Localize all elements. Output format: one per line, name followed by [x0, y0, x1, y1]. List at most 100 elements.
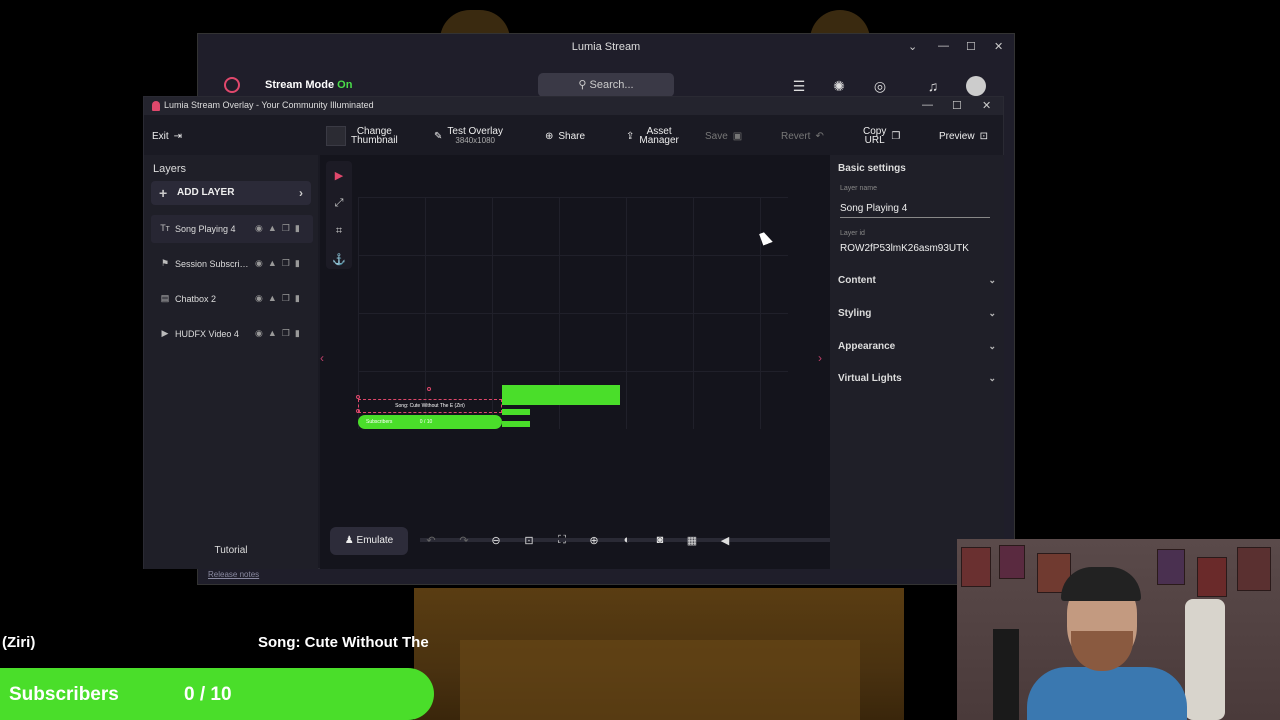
resize-handle[interactable]	[356, 395, 360, 399]
tutorial-button[interactable]: Tutorial	[144, 545, 318, 556]
release-notes-link[interactable]: Release notes	[208, 570, 259, 579]
wall-poster	[1197, 557, 1227, 597]
duplicate-icon[interactable]: ❐	[282, 293, 290, 304]
layers-title: Layers	[153, 163, 187, 175]
camera-icon[interactable]: ◙	[651, 534, 669, 546]
asset-manager-button[interactable]: ⇪ Asset Manager	[626, 124, 679, 148]
lightbulb-icon[interactable]: ✺	[831, 78, 847, 94]
emulate-button[interactable]: ♟ Emulate	[330, 527, 408, 555]
song-layer-preview[interactable]: Song: Cute Without The E (Ziri)	[358, 399, 502, 413]
zoom-out-icon[interactable]: ⊖	[487, 534, 505, 547]
crop-tool-icon[interactable]: ⌗	[326, 225, 352, 238]
duplicate-icon[interactable]: ❐	[282, 258, 290, 269]
palette-icon[interactable]: ◎	[872, 78, 888, 94]
lock-icon[interactable]: ▲	[268, 293, 277, 304]
minimize-icon[interactable]: —	[938, 40, 949, 52]
layer-name-field[interactable]: Song Playing 4	[840, 203, 907, 214]
revert-button[interactable]: Revert ↶	[781, 124, 824, 148]
layer-name: Session Subscribers 2	[175, 259, 251, 269]
subscribers-layer-preview[interactable]: Subscribers 0 / 10	[358, 415, 502, 429]
undo-icon[interactable]: ↶	[422, 534, 440, 547]
preview-button[interactable]: Preview ⊡	[939, 124, 988, 148]
fit-screen-icon[interactable]: ⊡	[520, 534, 538, 547]
person-shirt	[1027, 667, 1187, 720]
pencil-icon: ✎	[434, 130, 443, 142]
resize-handle[interactable]	[356, 409, 360, 413]
sliders-icon[interactable]: ☰	[791, 78, 807, 94]
search-input[interactable]: ⚲ Search...	[538, 73, 674, 97]
section-virtual-lights[interactable]: Virtual Lights ⌄	[838, 373, 996, 384]
layer-name-label: Layer name	[840, 185, 877, 192]
section-appearance[interactable]: Appearance ⌄	[838, 341, 996, 352]
redo-icon[interactable]: ↷	[455, 534, 473, 547]
grid-icon[interactable]: ▦	[683, 534, 701, 547]
subscribers-preview-count: 0 / 10	[419, 419, 433, 425]
fullscreen-icon[interactable]: ⛶	[553, 534, 571, 547]
upload-icon: ⇪	[626, 130, 635, 142]
eye-icon[interactable]: ◉	[255, 223, 263, 234]
eye-icon[interactable]: ◉	[255, 328, 263, 339]
layer-row[interactable]: Tт Song Playing 4 ◉ ▲ ❐ ▮	[151, 215, 313, 243]
save-label: Save	[705, 130, 728, 142]
exit-button[interactable]: Exit ⇥	[152, 124, 182, 148]
section-label: Styling	[838, 308, 872, 319]
section-styling[interactable]: Styling ⌄	[838, 308, 996, 319]
overlay-name: Test Overlay	[447, 126, 503, 137]
trash-icon[interactable]: ▮	[295, 223, 300, 234]
plus-icon: +	[159, 185, 168, 201]
maximize-icon[interactable]: ☐	[966, 40, 976, 53]
chatbox-layer-preview[interactable]	[502, 385, 620, 405]
minimize-icon[interactable]: —	[922, 99, 933, 111]
trash-icon[interactable]: ▮	[295, 293, 300, 304]
add-layer-button[interactable]: + ADD LAYER ›	[151, 181, 311, 205]
trash-icon[interactable]: ▮	[295, 328, 300, 339]
chevron-right-icon[interactable]: ›	[818, 351, 822, 365]
wall-poster	[1237, 547, 1271, 591]
overlay-name-button[interactable]: ✎ Test Overlay 3840x1080	[434, 124, 503, 148]
volume-icon[interactable]: ◀	[716, 534, 734, 547]
layer-row[interactable]: ▶ HUDFX Video 4 ◉ ▲ ❐ ▮	[151, 320, 313, 348]
subscribers-preview-label: Subscribers	[366, 419, 393, 425]
copy-url-label-2: URL	[864, 135, 885, 146]
duplicate-icon[interactable]: ❐	[282, 223, 290, 234]
stream-mode-toggle[interactable]: Stream Mode On	[265, 79, 352, 91]
lock-icon[interactable]: ▲	[268, 328, 277, 339]
close-icon[interactable]: ✕	[994, 40, 1003, 53]
save-button[interactable]: Save ▣	[705, 124, 742, 148]
resize-tool-icon[interactable]: ⤢	[326, 197, 352, 210]
person-icon: ♟	[344, 535, 357, 546]
contrast-icon[interactable]: ◐	[618, 534, 636, 546]
subscribers-count: 0 / 10	[184, 684, 232, 705]
chevron-down-icon: ⌄	[988, 275, 996, 285]
trash-icon[interactable]: ▮	[295, 258, 300, 269]
change-thumbnail-button[interactable]: Change Thumbnail	[326, 124, 398, 148]
goal-layer-icon: ⚑	[160, 258, 170, 268]
bell-icon[interactable]: ♫	[925, 78, 941, 94]
share-button[interactable]: ⊕ Share	[545, 124, 585, 148]
avatar[interactable]	[966, 76, 986, 96]
eye-icon[interactable]: ◉	[255, 258, 263, 269]
section-content[interactable]: Content ⌄	[838, 275, 996, 286]
overlay-canvas[interactable]: ▶ ⤢ ⌗ ⚓ ‹ › Song: Cute Without The E (Zi…	[320, 155, 838, 569]
floppy-icon: ▣	[732, 130, 743, 142]
field-underline	[840, 217, 990, 218]
eye-icon[interactable]: ◉	[255, 293, 263, 304]
resize-handle[interactable]	[427, 387, 431, 391]
preview-icon: ⊡	[979, 130, 988, 142]
layer-row[interactable]: ⚑ Session Subscribers 2 ◉ ▲ ❐ ▮	[151, 250, 313, 278]
layer-row[interactable]: ▤ Chatbox 2 ◉ ▲ ❐ ▮	[151, 285, 313, 313]
chevron-down-icon[interactable]: ⌄	[908, 40, 917, 53]
chair	[993, 629, 1019, 720]
close-icon[interactable]: ✕	[982, 99, 991, 112]
lock-icon[interactable]: ▲	[268, 258, 277, 269]
stream-mode-icon[interactable]	[224, 77, 240, 93]
zoom-in-icon[interactable]: ⊕	[585, 534, 603, 547]
maximize-icon[interactable]: ☐	[952, 99, 962, 112]
lock-icon[interactable]: ▲	[268, 223, 277, 234]
duplicate-icon[interactable]: ❐	[282, 328, 290, 339]
select-tool-icon[interactable]: ▶	[326, 169, 352, 182]
copy-url-button[interactable]: Copy URL ❐	[863, 124, 900, 148]
anchor-tool-icon[interactable]: ⚓	[326, 253, 352, 266]
chevron-left-icon[interactable]: ‹	[320, 351, 324, 365]
wall-poster	[1157, 549, 1185, 585]
